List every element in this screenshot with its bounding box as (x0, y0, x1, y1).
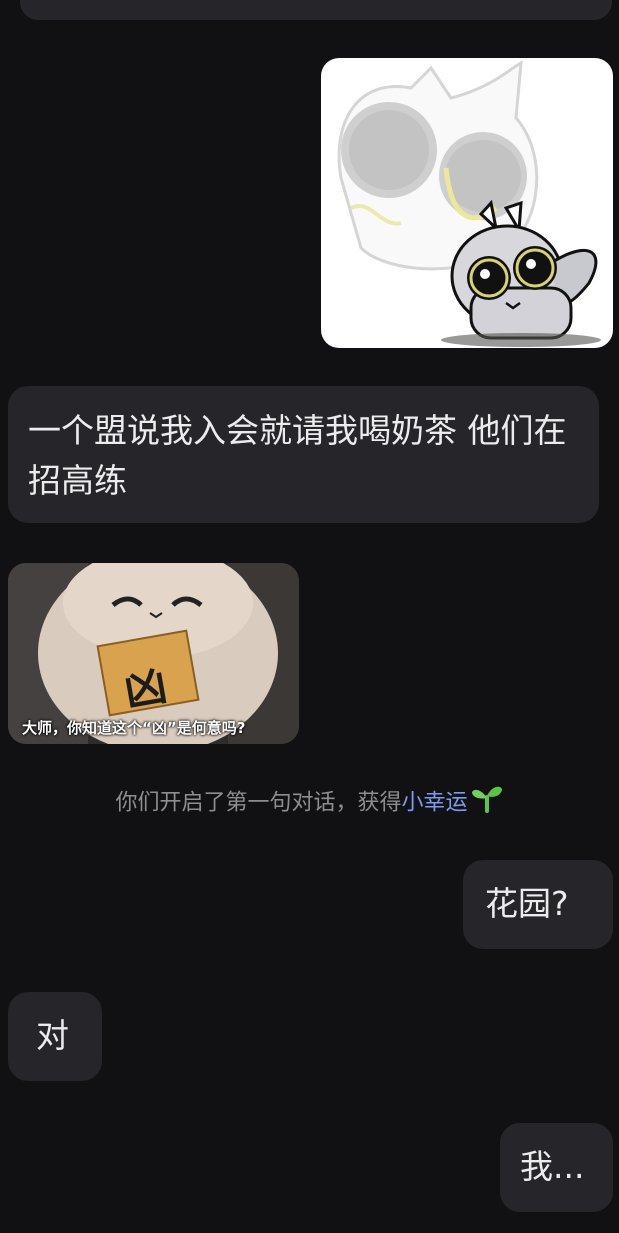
sticker-caption: 大师，你知道这个“凶”是何意吗? (22, 719, 246, 737)
cat-sticker-image[interactable] (321, 58, 613, 348)
message-text: 对 (36, 1016, 69, 1055)
message-bubble-left-2[interactable]: 对 (8, 992, 102, 1081)
sprout-icon (470, 783, 504, 824)
message-text: 花园? (485, 884, 569, 923)
message-bubble-right-2[interactable]: 我... (500, 1123, 613, 1212)
message-text: 我... (520, 1147, 585, 1186)
lucky-link[interactable]: 小幸运 (402, 791, 468, 816)
message-text: 一个盟说我入会就请我喝奶茶 他们在招高练 (28, 411, 567, 500)
system-notice: 你们开启了第一句对话，获得小幸运 (0, 783, 619, 824)
cat-sticker-drawing (337, 60, 601, 347)
message-bubble-right-1[interactable]: 花园? (463, 860, 613, 949)
system-notice-text: 你们开启了第一句对话，获得 (115, 790, 402, 816)
message-bubble-left-1[interactable]: 一个盟说我入会就请我喝奶茶 他们在招高练 (8, 386, 599, 523)
plush-sticker-image[interactable]: 凶 大师，你知道这个“凶”是何意吗? (8, 563, 299, 744)
partial-message-bubble (20, 0, 612, 20)
